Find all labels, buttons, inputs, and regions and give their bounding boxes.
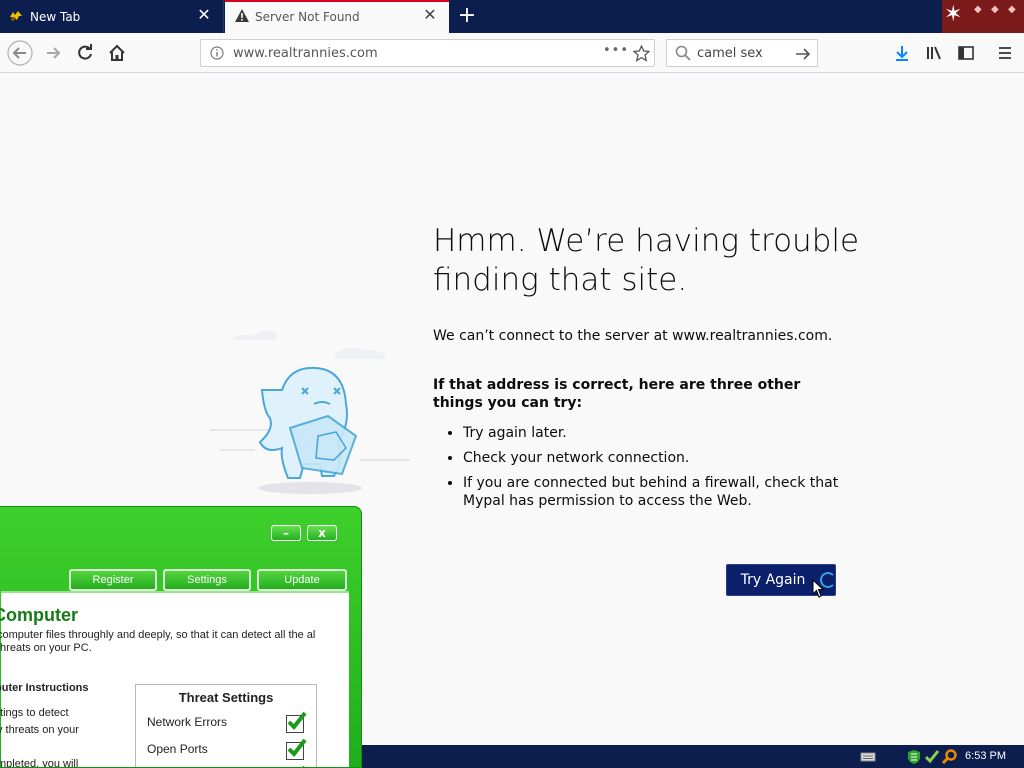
error-title: Hmm. We’re having trouble finding that s… [433,223,860,298]
suggestions-list: Try again later. Check your network conn… [433,424,843,517]
close-tab-icon[interactable]: ✕ [195,6,213,24]
tab-title: New Tab [30,10,81,24]
star-logo-icon: ✶ [944,2,963,27]
url-text[interactable]: www.realtrannies.com [233,46,378,61]
maximize-window-icon[interactable]: ◆ [991,4,999,15]
tab-new-tab[interactable]: New Tab ✕ [0,0,224,33]
back-arrow-icon [7,40,33,66]
popup-description: computer files throughly and deeply, so … [0,629,316,654]
home-icon [109,44,125,61]
sidebar-icon [958,46,974,60]
tab-update[interactable]: Update [257,569,347,591]
warning-icon [235,9,249,22]
instructions-line: ttings to detect [0,707,69,719]
network-errors-checkbox[interactable] [286,711,307,733]
instructions-line: y threats on your [0,724,79,736]
search-bar[interactable]: camel sex [666,39,818,67]
download-icon [896,46,908,61]
clock: 6:53 PM [965,750,1006,762]
info-icon[interactable] [210,46,224,60]
list-item: Try again later. [463,424,843,442]
menu-button[interactable] [991,39,1019,67]
close-tab-icon[interactable]: ✕ [421,6,439,24]
taskbar: 6:53 PM [362,745,1024,768]
keyboard-tray-icon[interactable] [860,749,876,764]
suggestions-heading: If that address is correct, here are thr… [433,377,801,411]
tab-server-not-found[interactable]: Server Not Found ✕ [225,0,449,33]
check-tray-icon[interactable] [924,749,940,764]
tab-title: Server Not Found [255,10,360,24]
hamburger-menu-icon [999,47,1011,59]
minimize-window-icon[interactable]: ◆ [974,4,982,15]
instructions-line [0,739,117,756]
search-input[interactable]: camel sex [697,46,763,61]
minimize-popup-button[interactable]: – [271,525,301,541]
antivirus-popup-window[interactable]: – x Register Settings Update Computer co… [0,506,362,768]
threat-settings-box: Threat Settings Network Errors Open Port… [135,684,317,767]
tab-register[interactable]: Register [69,569,157,591]
checkmark-icon [287,711,307,731]
bookmark-star-icon[interactable] [633,45,650,62]
instructions-line: mpleted, you will [0,758,79,768]
reload-button[interactable] [71,39,99,67]
mouse-cursor-icon [812,579,825,598]
forward-arrow-icon [47,47,61,59]
threat-row-network-errors: Network Errors [147,715,228,729]
open-ports-checkbox[interactable] [286,738,307,760]
forward-button[interactable] [39,39,67,67]
error-monster-illustration [210,330,410,494]
search-go-arrow-icon[interactable] [795,46,811,62]
library-icon [927,46,941,60]
page-actions-button[interactable]: ••• [603,43,629,58]
magnifier-tray-icon[interactable] [942,749,958,764]
address-bar[interactable]: www.realtrannies.com ••• [200,39,655,67]
search-icon [675,45,691,61]
firefox-favicon-icon [10,11,22,21]
close-popup-button[interactable]: x [307,525,337,541]
list-item: Check your network connection. [463,449,843,467]
popup-heading: Computer [0,605,78,625]
close-window-icon[interactable]: ◆ [1008,4,1016,15]
list-item: If you are connected but behind a firewa… [463,474,843,510]
checkmark-icon [302,765,305,767]
new-tab-button[interactable]: + [455,3,479,29]
back-button[interactable] [6,39,34,67]
library-button[interactable] [920,39,948,67]
downloads-button[interactable] [888,39,916,67]
navigation-toolbar: www.realtrannies.com ••• camel sex [0,33,1024,73]
instructions-heading: puter Instructions [0,682,89,694]
window-controls: ✶ ◆ ◆ ◆ [942,0,1024,33]
shield-tray-icon[interactable] [906,749,922,764]
threat-settings-title: Threat Settings [178,690,274,705]
home-button[interactable] [103,39,131,67]
sidebar-button[interactable] [952,39,980,67]
reload-icon [78,44,92,60]
tab-strip: New Tab ✕ Server Not Found ✕ + ✶ ◆ ◆ ◆ [0,0,1024,33]
instructions-body: ttings to detect y threats on your mplet… [0,705,117,768]
tab-settings[interactable]: Settings [163,569,251,591]
checkmark-icon [287,738,307,758]
threat-row-open-ports: Open Ports [147,742,208,756]
error-description: We can’t connect to the server at www.re… [433,328,833,344]
